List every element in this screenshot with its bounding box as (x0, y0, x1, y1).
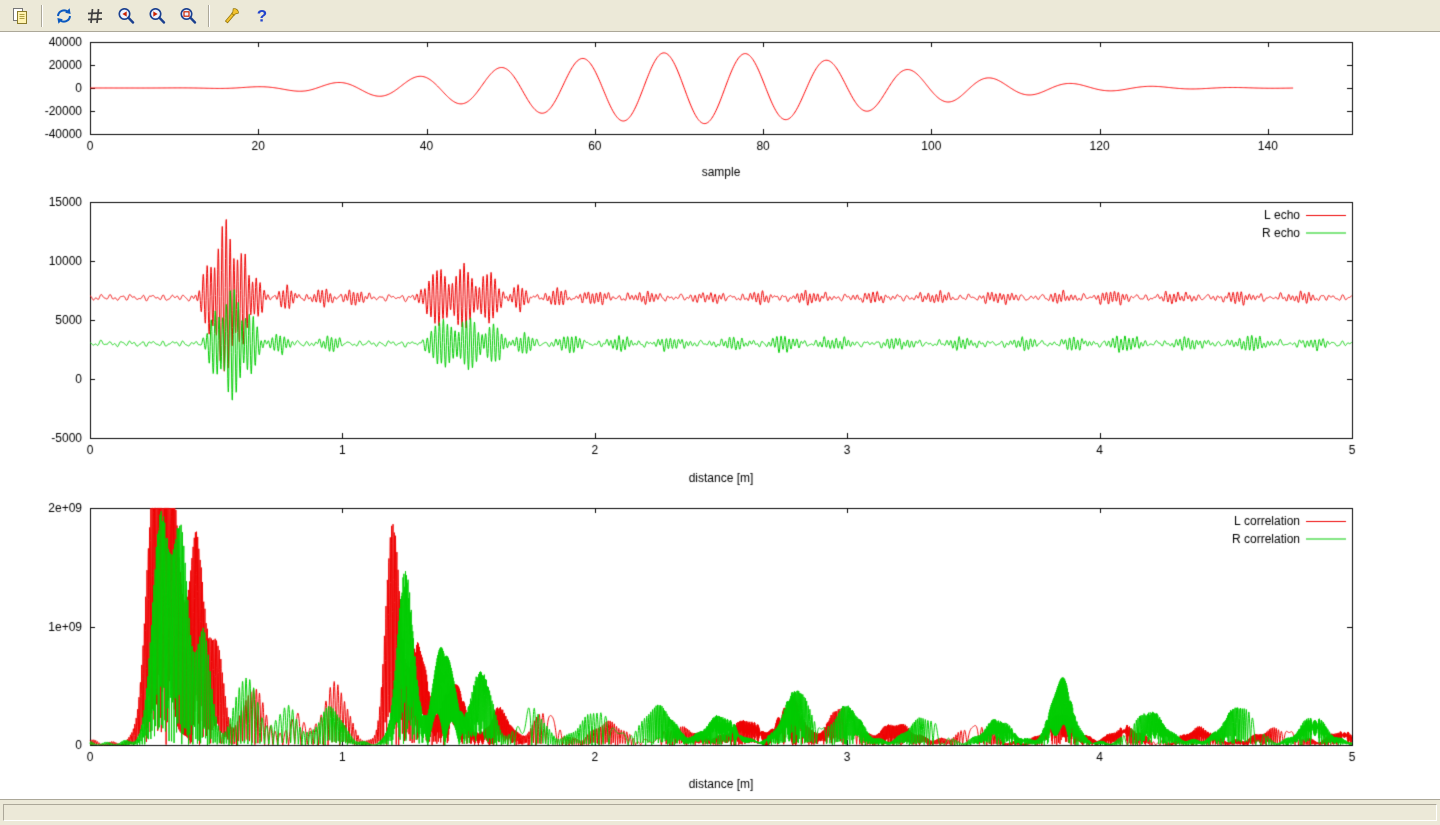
help-icon: ? (252, 6, 272, 26)
autoscale-button[interactable] (174, 3, 201, 29)
status-text (3, 804, 1437, 821)
toolbar-separator (208, 5, 210, 27)
toolbar-separator (41, 5, 43, 27)
zoom-next-icon (147, 6, 167, 26)
svg-text:?: ? (256, 6, 266, 25)
gnuplot-window: ? (0, 0, 1440, 825)
autoscale-icon (178, 6, 198, 26)
copy-to-clipboard-icon (11, 6, 31, 26)
help-button[interactable]: ? (248, 3, 275, 29)
zoom-previous-button[interactable] (112, 3, 139, 29)
grid-toggle-button[interactable] (81, 3, 108, 29)
correlation-chart-canvas[interactable] (0, 500, 1440, 798)
zoom-next-button[interactable] (143, 3, 170, 29)
configure-button[interactable] (217, 3, 244, 29)
pulse-chart-canvas[interactable] (0, 36, 1440, 196)
replot-icon (54, 6, 74, 26)
toolbar: ? (0, 0, 1440, 32)
grid-icon (85, 6, 105, 26)
echo-chart-canvas[interactable] (0, 196, 1440, 496)
zoom-previous-icon (116, 6, 136, 26)
copy-to-clipboard-button[interactable] (7, 3, 34, 29)
status-bar (0, 799, 1440, 825)
replot-button[interactable] (50, 3, 77, 29)
wrench-icon (221, 6, 241, 26)
